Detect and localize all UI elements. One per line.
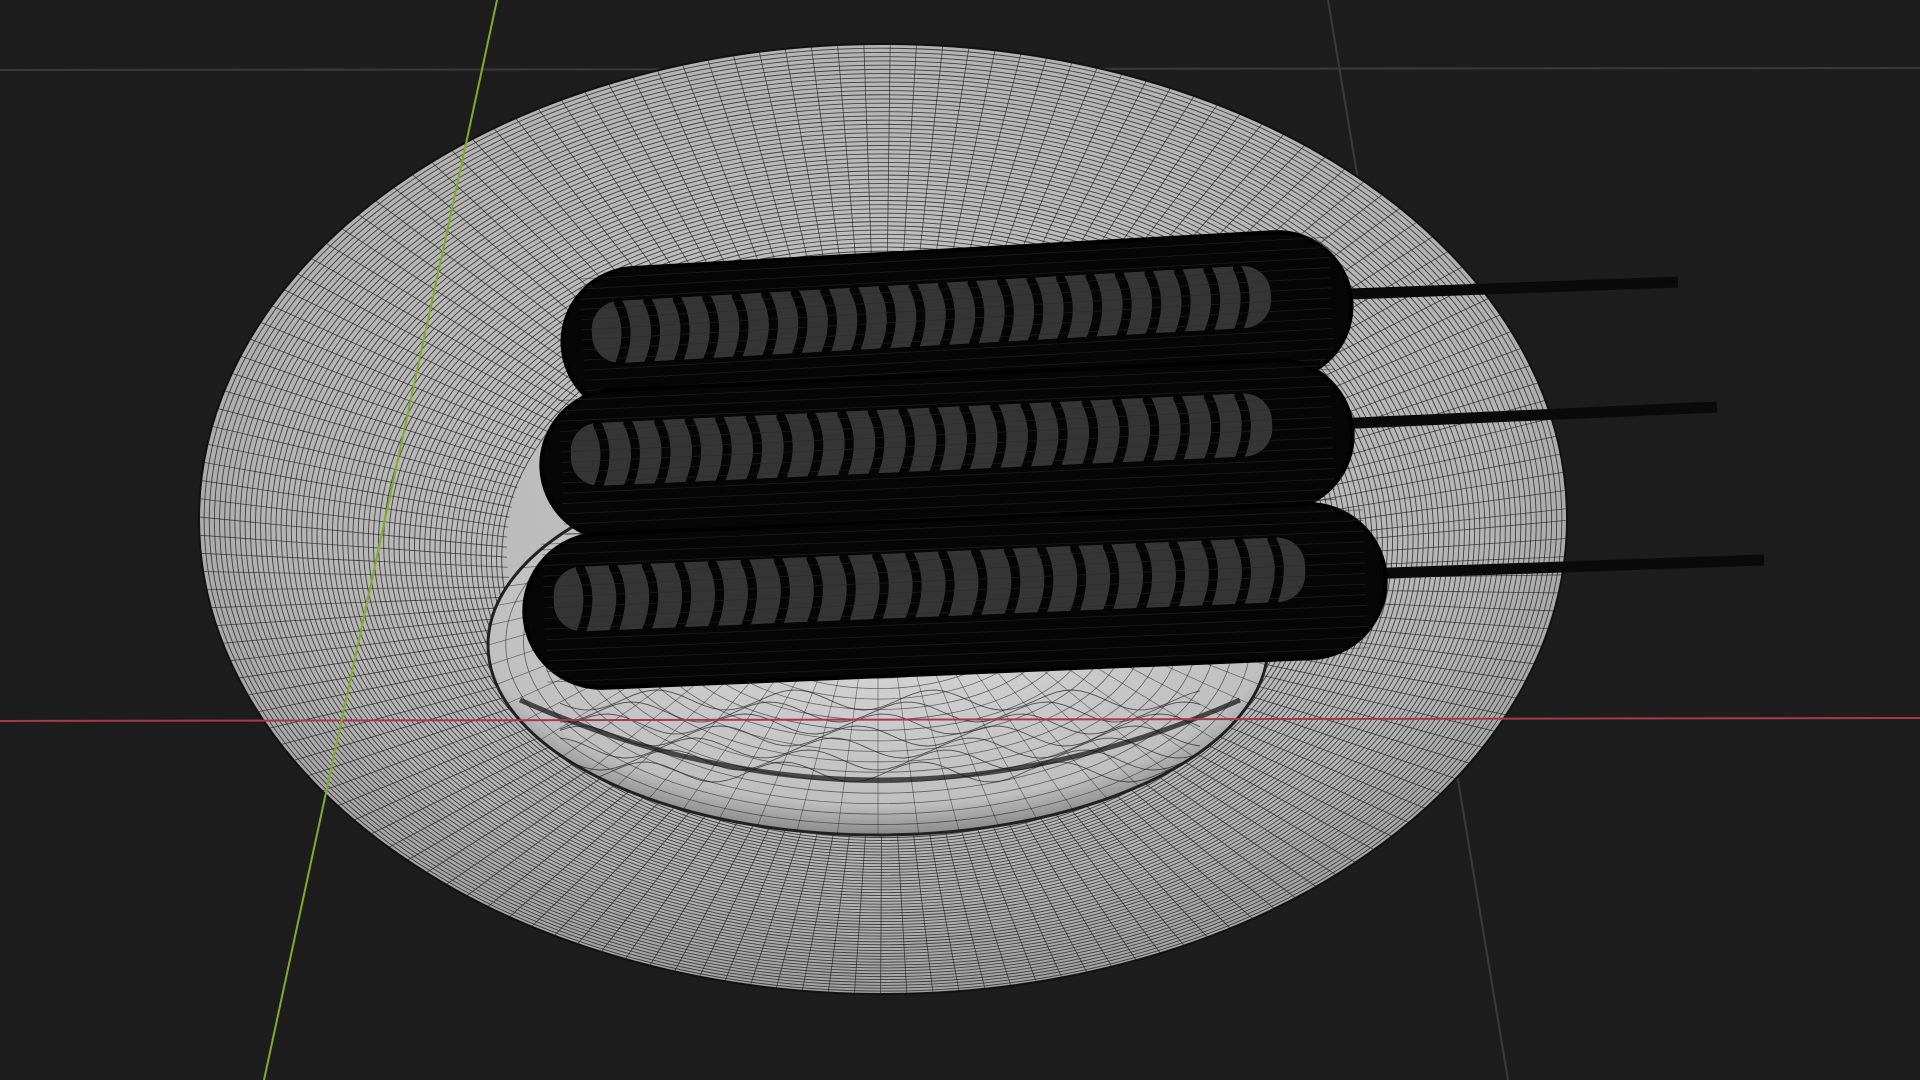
3d-viewport[interactable] (0, 0, 1920, 1080)
sausages[interactable] (521, 228, 1389, 691)
viewport-canvas[interactable] (0, 0, 1920, 1080)
